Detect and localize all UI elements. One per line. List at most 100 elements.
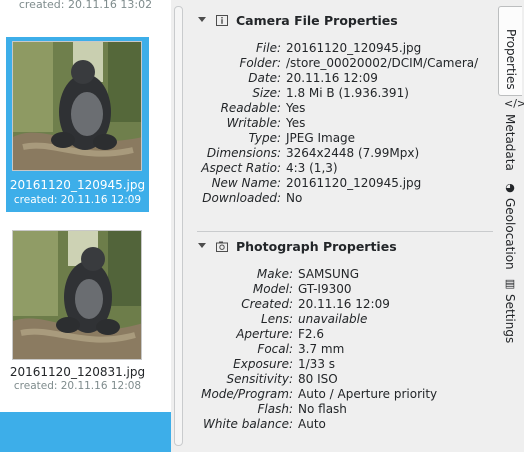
settings-icon: ▤: [504, 277, 516, 290]
property-value[interactable]: F2.6: [298, 327, 324, 342]
property-key: Type:: [248, 131, 281, 145]
property-key: Aperture:: [236, 327, 293, 341]
info-icon: [216, 15, 228, 26]
property-row: White balance: Auto: [189, 417, 498, 432]
property-row: New Name: 20161120_120945.jpg: [189, 176, 498, 191]
property-value[interactable]: 3264x2448 (7.99Mpx): [286, 146, 419, 161]
property-row: Lens: unavailable: [189, 312, 498, 327]
property-value[interactable]: 80 ISO: [298, 372, 338, 387]
property-row: Created: 20.11.16 12:09: [189, 297, 498, 312]
property-row: Dimensions: 3264x2448 (7.99Mpx): [189, 146, 498, 161]
property-value[interactable]: /store_00020002/DCIM/Camera/: [286, 56, 478, 71]
property-row: Mode/Program: Auto / Aperture priority: [189, 387, 498, 402]
thumbnail-view[interactable]: created: 20.11.16 13:02 20161120_120945.…: [0, 0, 171, 452]
property-value[interactable]: 20.11.16 12:09: [298, 297, 390, 312]
camera-icon: [216, 241, 228, 252]
property-row: Downloaded: No: [189, 191, 498, 206]
property-key: Focal:: [257, 342, 293, 356]
property-value[interactable]: 1.8 Mi B (1.936.391): [286, 86, 409, 101]
property-key: Date:: [248, 71, 281, 85]
tab-label: Metadata: [503, 114, 517, 171]
property-row: Writable: Yes: [189, 116, 498, 131]
property-value[interactable]: 3.7 mm: [298, 342, 344, 357]
property-value[interactable]: 4:3 (1,3): [286, 161, 338, 176]
tab-metadata[interactable]: </> Metadata: [498, 97, 524, 180]
property-value[interactable]: Auto / Aperture priority: [298, 387, 437, 402]
property-key: Downloaded:: [202, 191, 281, 205]
property-row: Folder: /store_00020002/DCIM/Camera/: [189, 56, 498, 71]
property-key: Exposure:: [233, 357, 293, 371]
property-value[interactable]: No: [286, 191, 302, 206]
property-row: File: 20161120_120945.jpg: [189, 41, 498, 56]
thumbnail-image[interactable]: [12, 41, 142, 171]
thumbnail-scrollbar[interactable]: [174, 6, 183, 446]
property-key: Lens:: [261, 312, 293, 326]
property-row: Exposure: 1/33 s: [189, 357, 498, 372]
thumbnail-filename: 20161120_120831.jpg: [9, 365, 146, 379]
property-row: Flash: No flash: [189, 402, 498, 417]
thumbnail-filename: 20161120_120945.jpg: [9, 178, 146, 192]
tab-geolocation[interactable]: ◕ Geolocation: [498, 182, 522, 276]
section-title: Photograph Properties: [236, 239, 397, 254]
property-row: Aperture: F2.6: [189, 327, 498, 342]
property-row: Type: JPEG Image: [189, 131, 498, 146]
thumbnail-selection-partial[interactable]: [0, 412, 171, 452]
tab-label: Geolocation: [503, 198, 517, 270]
tab-properties[interactable]: Properties: [498, 6, 522, 96]
property-key: Size:: [252, 86, 281, 100]
property-row: Focal: 3.7 mm: [189, 342, 498, 357]
property-value[interactable]: Yes: [286, 116, 305, 131]
side-tab-bar: Properties </> Metadata ◕ Geolocation ▤ …: [498, 6, 524, 452]
property-value[interactable]: SAMSUNG: [298, 267, 359, 282]
property-value[interactable]: unavailable: [298, 312, 367, 327]
collapse-arrow-icon[interactable]: [198, 17, 206, 22]
globe-icon: ◕: [505, 181, 515, 194]
tab-label: Settings: [503, 294, 517, 344]
thumbnail-item[interactable]: 20161120_120831.jpg created: 20.11.16 12…: [6, 225, 149, 395]
property-key: File:: [256, 41, 281, 55]
property-value[interactable]: 20.11.16 12:09: [286, 71, 378, 86]
property-key: Readable:: [220, 101, 281, 115]
photograph-properties-header[interactable]: Photograph Properties: [189, 236, 498, 258]
camera-file-properties-header[interactable]: Camera File Properties: [189, 10, 498, 32]
property-row: Sensitivity: 80 ISO: [189, 372, 498, 387]
property-key: Writable:: [226, 116, 281, 130]
thumbnail-image[interactable]: [12, 230, 142, 360]
property-key: New Name:: [211, 176, 281, 190]
property-value[interactable]: Yes: [286, 101, 305, 116]
property-row: Size: 1.8 Mi B (1.936.391): [189, 86, 498, 101]
property-key: Model:: [252, 282, 293, 296]
property-value[interactable]: Auto: [298, 417, 326, 432]
property-key: Folder:: [239, 56, 281, 70]
property-row: Date: 20.11.16 12:09: [189, 71, 498, 86]
property-key: Sensitivity:: [226, 372, 293, 386]
property-key: Make:: [256, 267, 293, 281]
section-title: Camera File Properties: [236, 13, 398, 28]
property-key: Flash:: [257, 402, 294, 416]
thumbnail-created: created: 20.11.16 12:08: [13, 380, 142, 392]
property-key: Created:: [241, 297, 293, 311]
gorilla-photo: [13, 231, 141, 359]
tab-label: Properties: [504, 29, 518, 90]
property-value[interactable]: 20161120_120945.jpg: [286, 176, 421, 191]
tab-settings[interactable]: ▤ Settings: [498, 278, 522, 348]
code-icon: </>: [504, 97, 524, 110]
property-row: Aspect Ratio: 4:3 (1,3): [189, 161, 498, 176]
property-value[interactable]: JPEG Image: [286, 131, 355, 146]
thumbnail-item-selected[interactable]: 20161120_120945.jpg created: 20.11.16 12…: [6, 37, 149, 212]
gorilla-photo: [13, 42, 141, 170]
property-value[interactable]: GT-I9300: [298, 282, 352, 297]
collapse-arrow-icon[interactable]: [198, 243, 206, 248]
properties-panel: Camera File Properties File: 20161120_120…: [189, 0, 498, 452]
property-value[interactable]: No flash: [298, 402, 347, 417]
property-key: Aspect Ratio:: [201, 161, 281, 175]
property-row: Make: SAMSUNG: [189, 267, 498, 282]
property-row: Model: GT-I9300: [189, 282, 498, 297]
property-key: White balance:: [203, 417, 293, 431]
property-value[interactable]: 1/33 s: [298, 357, 335, 372]
section-divider: [197, 231, 493, 232]
property-key: Mode/Program:: [201, 387, 293, 401]
thumbnail-created: created: 20.11.16 12:09: [13, 194, 142, 206]
property-value[interactable]: 20161120_120945.jpg: [286, 41, 421, 56]
property-key: Dimensions:: [206, 146, 281, 160]
